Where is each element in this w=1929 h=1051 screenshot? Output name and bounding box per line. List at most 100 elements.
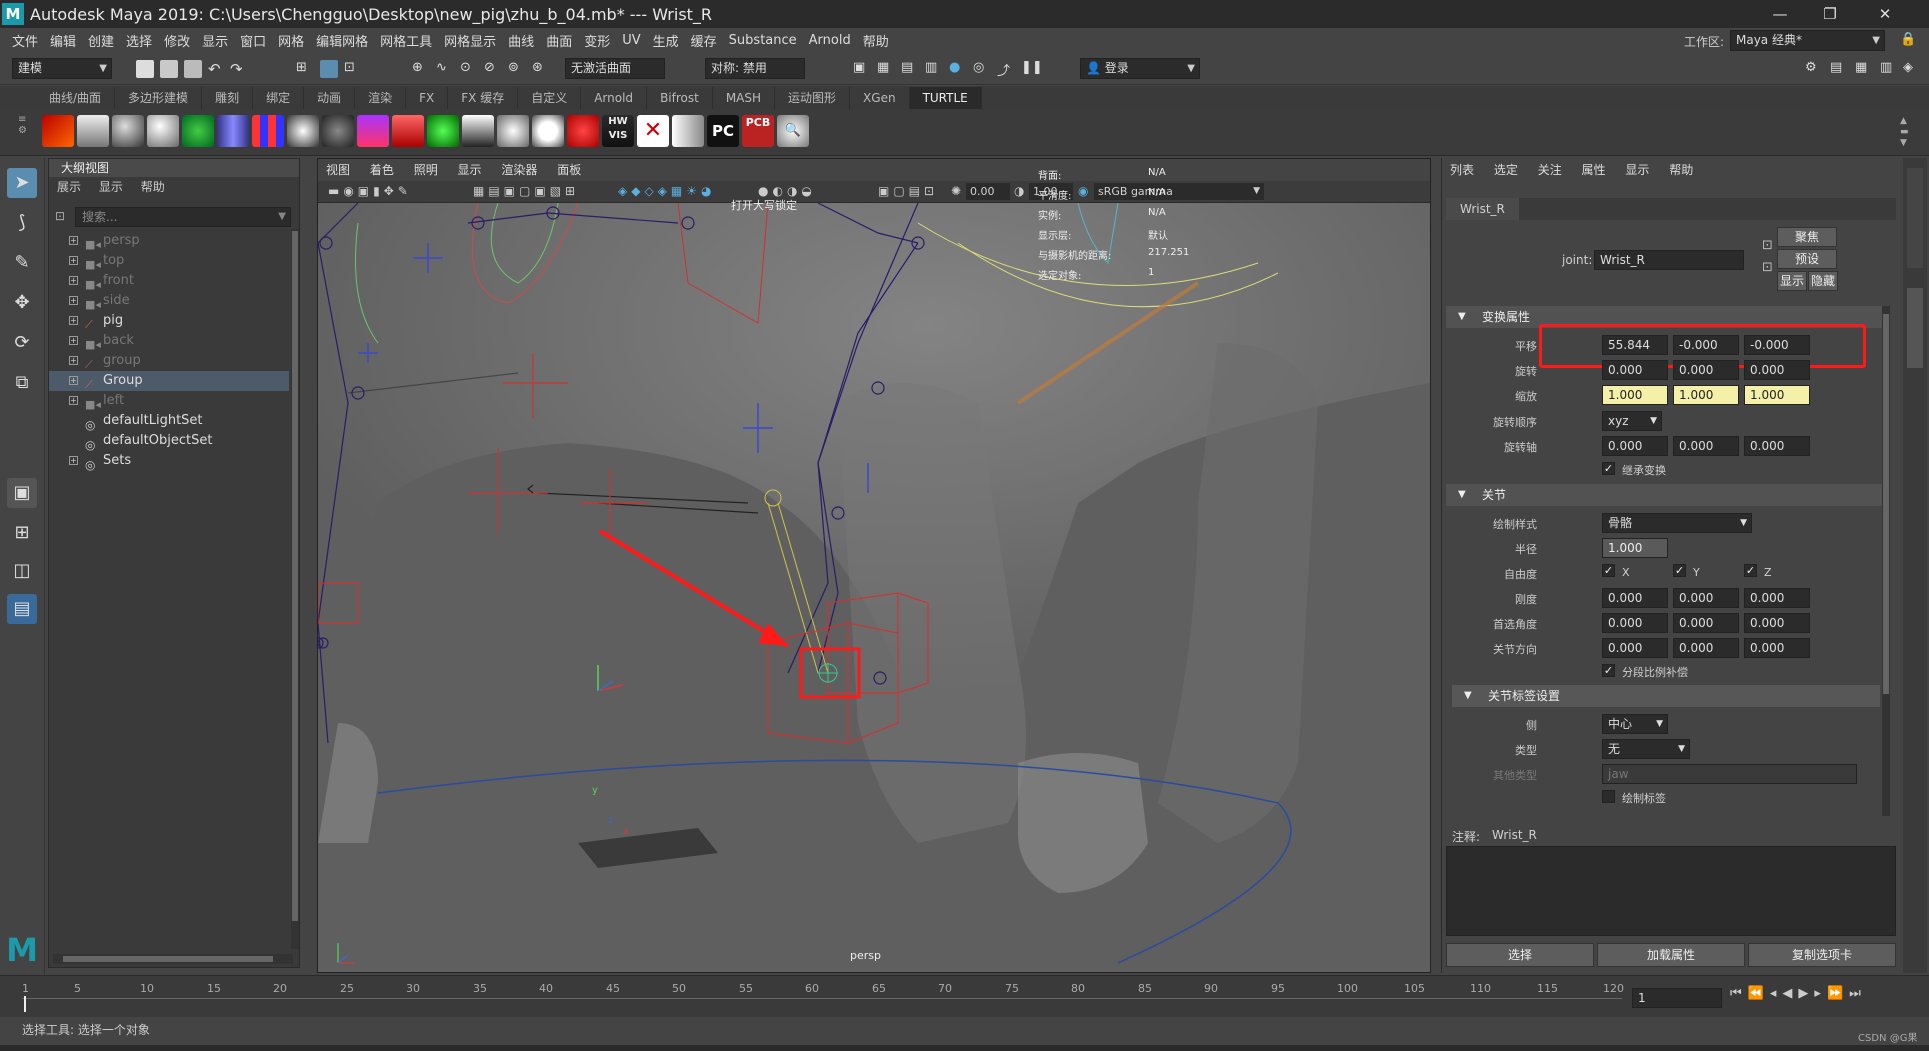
lock-icon[interactable]: 🔒: [1900, 32, 1916, 47]
menu-windows[interactable]: 窗口: [240, 31, 266, 50]
shelf-tab-motion-graphics[interactable]: 运动图形: [775, 87, 851, 109]
gamma-icon[interactable]: ◑: [1014, 184, 1024, 198]
shelf-tab-fx[interactable]: FX: [406, 87, 449, 109]
notes-textarea[interactable]: [1446, 846, 1896, 936]
attr-menu-focus[interactable]: 关注: [1538, 163, 1562, 177]
playback-controls[interactable]: ⏮⏪◂◀▶▸⏩⏭: [1730, 986, 1867, 1001]
lasso-tool-icon[interactable]: ⟆: [7, 208, 37, 238]
select-object-icon[interactable]: [320, 60, 338, 78]
green-sphere-icon[interactable]: [182, 115, 214, 147]
layer-editor-icon[interactable]: ◈: [1903, 60, 1921, 78]
color-grid-icon[interactable]: [252, 115, 284, 147]
load-attributes-button[interactable]: 加载属性: [1597, 943, 1745, 967]
channel-box-tab[interactable]: [1907, 168, 1923, 268]
node-tab[interactable]: Wrist_R: [1446, 198, 1519, 220]
login-dropdown[interactable]: 👤 登录 ▼: [1080, 58, 1200, 79]
sphere-shade-icon[interactable]: [112, 115, 144, 147]
snap-surface-icon[interactable]: ⊚: [508, 60, 526, 78]
two-view-layout-icon[interactable]: ◫: [7, 556, 37, 586]
shelf-tab-sculpting[interactable]: 雕刻: [202, 87, 254, 109]
ambient-occlusion-icon[interactable]: [322, 115, 354, 147]
cloud-icon[interactable]: [532, 115, 564, 147]
turtle-render-icon[interactable]: [42, 115, 74, 147]
outliner-horizontal-scrollbar[interactable]: [53, 954, 293, 964]
scene-canvas[interactable]: [318, 203, 1430, 973]
hide-button[interactable]: 隐藏: [1808, 271, 1838, 291]
shelf-tab-mash[interactable]: MASH: [713, 87, 776, 109]
inherit-transform-checkbox[interactable]: ✓: [1602, 462, 1615, 475]
exposure-field[interactable]: 0.00: [966, 183, 1010, 200]
outliner-item-persp[interactable]: + ■◂ persp: [49, 231, 289, 251]
undo-icon[interactable]: ↶: [208, 60, 226, 78]
pause-icon[interactable]: ❚❚: [1021, 60, 1043, 78]
select-tool-icon[interactable]: ➤: [7, 168, 37, 198]
green-blob-icon[interactable]: [427, 115, 459, 147]
outliner-item-front[interactable]: + ■◂ front: [49, 271, 289, 291]
shelf-tab-fx-caching[interactable]: FX 缓存: [448, 87, 519, 109]
draw-style-dropdown[interactable]: 骨骼 ▼: [1602, 513, 1752, 533]
menu-cache[interactable]: 缓存: [691, 31, 717, 50]
outliner-item-sets[interactable]: + ◎ Sets: [49, 451, 289, 472]
stiffness-y-field[interactable]: 0.000: [1673, 588, 1739, 608]
rotate-z-field[interactable]: 0.000: [1744, 360, 1810, 380]
workspace-dropdown[interactable]: Maya 经典* ▼: [1730, 30, 1885, 51]
ipr-render-icon[interactable]: ▤: [901, 60, 919, 78]
render-settings-icon[interactable]: ▥: [925, 60, 943, 78]
preferred-angle-x-field[interactable]: 0.000: [1602, 613, 1668, 633]
scale-x-field[interactable]: 1.000: [1602, 385, 1668, 405]
outliner-menu-show[interactable]: 展示: [57, 180, 81, 194]
expand-icon[interactable]: +: [69, 296, 78, 305]
shelf-tab-rigging[interactable]: 绑定: [253, 87, 305, 109]
four-view-layout-icon[interactable]: ⊞: [7, 518, 37, 548]
outliner-item-pig[interactable]: + ⟋ pig: [49, 311, 289, 331]
outliner-item-default-object-set[interactable]: ◎ defaultObjectSet: [49, 431, 289, 452]
draw-label-checkbox[interactable]: [1602, 790, 1615, 803]
shelf-tab-turtle[interactable]: TURTLE: [909, 87, 982, 109]
menu-surfaces[interactable]: 曲面: [546, 31, 572, 50]
presets-button[interactable]: 预设: [1777, 249, 1837, 269]
close-button[interactable]: ✕: [1860, 0, 1910, 28]
rotate-tool-icon[interactable]: ⟳: [7, 328, 37, 358]
shelf-tab-curves-surfaces[interactable]: 曲线/曲面: [36, 87, 116, 109]
menu-arnold[interactable]: Arnold: [809, 33, 851, 48]
shelf-scroll-icon[interactable]: ▲ ▬ ▼: [1900, 116, 1909, 149]
render-sequence-icon[interactable]: ▦: [877, 60, 895, 78]
joint-orient-y-field[interactable]: 0.000: [1673, 638, 1739, 658]
hypershade-icon[interactable]: ●: [949, 60, 967, 78]
current-frame-field[interactable]: 1: [1632, 988, 1722, 1008]
menu-mesh-tools[interactable]: 网格工具: [380, 31, 432, 50]
shape-icon[interactable]: [497, 115, 529, 147]
attr-menu-list[interactable]: 列表: [1450, 163, 1474, 177]
menu-edit[interactable]: 编辑: [50, 31, 76, 50]
focus-button[interactable]: 聚焦: [1777, 227, 1837, 247]
outliner-item-group-selected[interactable]: + ⟋ Group: [49, 371, 289, 391]
snap-view-icon[interactable]: ⊘: [484, 60, 502, 78]
viewport-menu-show[interactable]: 显示: [458, 163, 482, 177]
dof-x-checkbox[interactable]: ✓: [1602, 564, 1615, 577]
go-to-end-icon[interactable]: ⏭: [1849, 986, 1867, 1001]
menu-set-dropdown[interactable]: 建模 ▼: [12, 58, 112, 79]
timeline-ruler[interactable]: 1 5 10 15 20 25 30 35 40 45 50 55 60 65 …: [22, 978, 1624, 1014]
filter-icon[interactable]: ⊡: [55, 209, 69, 223]
playblast-icon[interactable]: ⤴: [997, 60, 1015, 79]
viewport-menu-panels[interactable]: 面板: [557, 163, 581, 177]
arnold-render-icon[interactable]: ◎: [973, 60, 991, 78]
expand-icon[interactable]: +: [69, 256, 78, 265]
expand-icon[interactable]: +: [69, 236, 78, 245]
single-view-layout-icon[interactable]: ▣: [7, 478, 37, 508]
presets-node-icon[interactable]: ⊡: [1762, 260, 1773, 275]
menu-uv[interactable]: UV: [622, 33, 640, 48]
shelf-tab-custom[interactable]: 自定义: [518, 87, 582, 109]
render-frame-icon[interactable]: ▣: [853, 60, 871, 78]
rotate-axis-y-field[interactable]: 0.000: [1673, 436, 1739, 456]
camera-tools-icon[interactable]: ▬◉▣▮✥✎: [328, 184, 412, 198]
snap-curve-icon[interactable]: ∿: [436, 60, 454, 78]
outliner-item-side[interactable]: + ■◂ side: [49, 291, 289, 311]
play-backward-icon[interactable]: ◀: [1782, 986, 1798, 1001]
modeling-toolkit-icon[interactable]: ⚙: [1805, 60, 1823, 78]
move-tool-icon[interactable]: ✥: [7, 288, 37, 318]
exposure-icon[interactable]: ✺: [951, 184, 961, 198]
channel-box-icon[interactable]: ▥: [1880, 60, 1898, 78]
attr-menu-help[interactable]: 帮助: [1669, 163, 1693, 177]
hw-vis-icon[interactable]: HW VIS: [602, 115, 634, 147]
